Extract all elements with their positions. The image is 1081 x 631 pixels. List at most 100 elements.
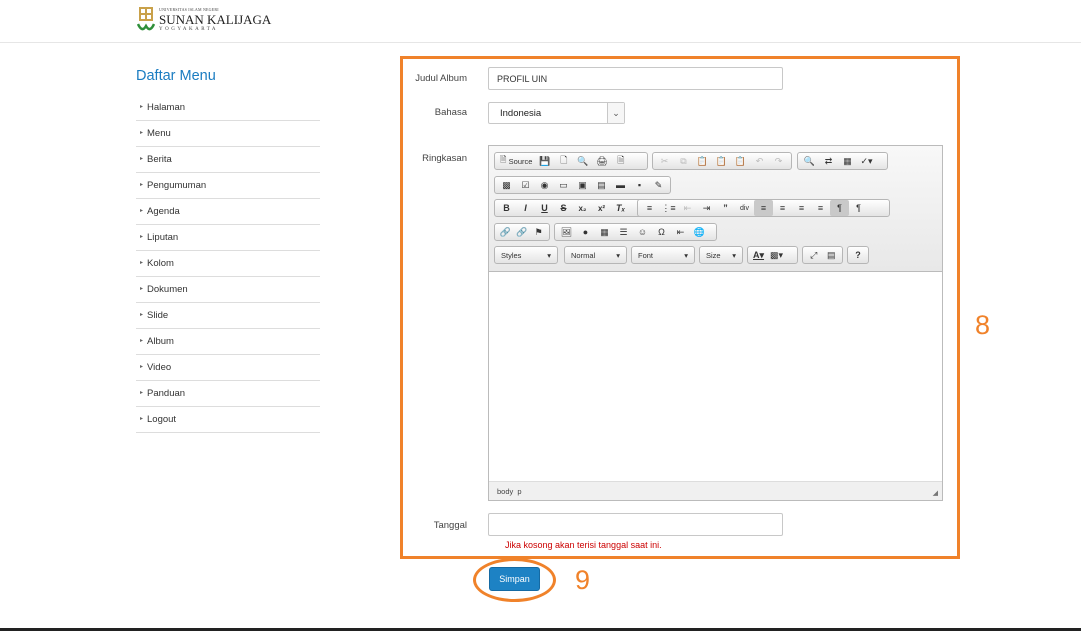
sidebar-item-berita[interactable]: ▸ Berita xyxy=(136,147,320,173)
caret-down-icon: ▾ xyxy=(684,250,688,260)
sidebar-item-kolom[interactable]: ▸ Kolom xyxy=(136,251,320,277)
sidebar-item-label: Agenda xyxy=(147,206,180,217)
caret-right-icon: ▸ xyxy=(140,390,144,396)
textfield-icon[interactable]: ▭ xyxy=(554,177,573,193)
templates-icon[interactable]: 🗎 xyxy=(611,153,630,169)
font-combo[interactable]: Font ▾ xyxy=(631,246,695,264)
editor-content-area[interactable] xyxy=(489,272,942,482)
superscript-icon[interactable]: x² xyxy=(592,200,611,216)
sidebar-item-video[interactable]: ▸ Video xyxy=(136,355,320,381)
resize-handle-icon[interactable]: ◢ xyxy=(933,489,938,497)
cut-icon[interactable]: ✂ xyxy=(655,153,674,169)
toolbar-group-tools: ⤢ ▤ xyxy=(802,246,843,264)
source-button[interactable]: 🗎 Source xyxy=(497,153,535,169)
hidden-field-icon[interactable]: ✎ xyxy=(649,177,668,193)
underline-icon[interactable]: U xyxy=(535,200,554,216)
flash-icon[interactable]: ● xyxy=(576,224,595,240)
tanggal-label: Tanggal xyxy=(433,520,467,531)
align-right-icon[interactable]: ≡ xyxy=(792,200,811,216)
undo-icon[interactable]: ↶ xyxy=(750,153,769,169)
link-icon[interactable]: 🔗 xyxy=(497,224,514,240)
tanggal-input[interactable] xyxy=(488,513,783,536)
select-field-icon[interactable]: ▤ xyxy=(592,177,611,193)
numbered-list-icon[interactable]: ≡ xyxy=(640,200,659,216)
paste-word-icon[interactable]: 📋 xyxy=(731,153,750,169)
sidebar-item-menu[interactable]: ▸ Menu xyxy=(136,121,320,147)
chevron-down-icon[interactable]: ⌄ xyxy=(607,103,624,123)
sidebar-item-album[interactable]: ▸ Album xyxy=(136,329,320,355)
create-div-icon[interactable]: div xyxy=(735,200,754,216)
maximize-icon[interactable]: ⤢ xyxy=(805,247,823,263)
anchor-icon[interactable]: ⚑ xyxy=(530,224,547,240)
sidebar-item-liputan[interactable]: ▸ Liputan xyxy=(136,225,320,251)
replace-icon[interactable]: ⇄ xyxy=(819,153,838,169)
background-color-icon[interactable]: ▩▾ xyxy=(767,247,786,263)
iframe-icon[interactable]: 🌐 xyxy=(690,224,709,240)
toolbar-group-colors: A▾ ▩▾ xyxy=(747,246,798,264)
sidebar-item-dokumen[interactable]: ▸ Dokumen xyxy=(136,277,320,303)
image-button-icon[interactable]: ▪ xyxy=(630,177,649,193)
remove-format-icon[interactable]: Tₓ xyxy=(611,200,630,216)
unlink-icon[interactable]: 🔗 xyxy=(514,224,531,240)
sidebar-item-logout[interactable]: ▸ Logout xyxy=(136,407,320,433)
format-combo[interactable]: Normal ▾ xyxy=(564,246,627,264)
about-button[interactable]: ? xyxy=(847,246,869,264)
element-path[interactable]: body p xyxy=(497,487,522,496)
styles-combo[interactable]: Styles ▾ xyxy=(494,246,558,264)
justify-icon[interactable]: ≡ xyxy=(811,200,830,216)
align-center-icon[interactable]: ≡ xyxy=(773,200,792,216)
horizontal-rule-icon[interactable]: ☰ xyxy=(614,224,633,240)
page-break-icon[interactable]: ⇤ xyxy=(671,224,690,240)
align-left-icon[interactable]: ≡ xyxy=(754,200,773,216)
table-icon[interactable]: ▦ xyxy=(595,224,614,240)
smiley-icon[interactable]: ☺ xyxy=(633,224,652,240)
preview-icon[interactable]: 🔍 xyxy=(573,153,592,169)
copy-icon[interactable]: ⧉ xyxy=(674,153,693,169)
sidebar-item-label: Halaman xyxy=(147,102,186,113)
sidebar-item-pengumuman[interactable]: ▸ Pengumuman xyxy=(136,173,320,199)
bulleted-list-icon[interactable]: ⋮≡ xyxy=(659,200,678,216)
sidebar-item-slide[interactable]: ▸ Slide xyxy=(136,303,320,329)
strike-icon[interactable]: S xyxy=(554,200,573,216)
university-logo[interactable]: UNIVERSITAS ISLAM NEGERI SUNAN KALIJAGA … xyxy=(137,6,271,33)
font-label: Font xyxy=(638,250,654,260)
source-icon: 🗎 xyxy=(500,155,509,164)
bahasa-select[interactable]: Indonesia ⌄ xyxy=(488,102,625,124)
indent-icon[interactable]: ⇥ xyxy=(697,200,716,216)
text-direction-rtl-icon[interactable]: ¶ xyxy=(849,200,868,216)
new-page-icon[interactable]: 🗋 xyxy=(554,153,573,169)
spellcheck-icon[interactable]: ✓▾ xyxy=(857,153,876,169)
special-char-icon[interactable]: Ω xyxy=(652,224,671,240)
source-label: Source xyxy=(508,156,533,166)
subscript-icon[interactable]: x₂ xyxy=(573,200,592,216)
editor-toolbar: 🗎 Source 💾 🗋 🔍 🖨 🗎 ✂ ⧉ 📋 📋 📋 ↶ ↷ 🔍 ⇄ ▦ ✓… xyxy=(489,146,942,272)
judul-album-input[interactable]: PROFIL UIN xyxy=(488,67,783,90)
size-combo[interactable]: Size ▾ xyxy=(699,246,743,264)
show-blocks-icon[interactable]: ▤ xyxy=(823,247,841,263)
redo-icon[interactable]: ↷ xyxy=(769,153,788,169)
form-icon[interactable]: ▩ xyxy=(497,177,516,193)
outdent-icon[interactable]: ⇤ xyxy=(678,200,697,216)
select-all-icon[interactable]: ▦ xyxy=(838,153,857,169)
print-icon[interactable]: 🖨 xyxy=(592,153,611,169)
paste-icon[interactable]: 📋 xyxy=(693,153,712,169)
logo-line-2: SUNAN KALIJAGA xyxy=(159,11,272,27)
paste-text-icon[interactable]: 📋 xyxy=(712,153,731,169)
text-direction-ltr-icon[interactable]: ¶ xyxy=(830,200,849,216)
bold-icon[interactable]: B xyxy=(497,200,516,216)
image-icon[interactable]: 🖼 xyxy=(557,224,576,240)
textarea-icon[interactable]: ▣ xyxy=(573,177,592,193)
toolbar-group-insert: 🖼 ● ▦ ☰ ☺ Ω ⇤ 🌐 xyxy=(554,223,717,241)
button-field-icon[interactable]: ▬ xyxy=(611,177,630,193)
sidebar-item-halaman[interactable]: ▸ Halaman xyxy=(136,95,320,121)
italic-icon[interactable]: I xyxy=(516,200,535,216)
save-icon[interactable]: 💾 xyxy=(535,153,554,169)
text-color-icon[interactable]: A▾ xyxy=(750,247,767,263)
blockquote-icon[interactable]: ” xyxy=(716,200,735,216)
checkbox-icon[interactable]: ☑ xyxy=(516,177,535,193)
find-icon[interactable]: 🔍 xyxy=(800,153,819,169)
sidebar-item-agenda[interactable]: ▸ Agenda xyxy=(136,199,320,225)
tanggal-hint: Jika kosong akan terisi tanggal saat ini… xyxy=(505,540,662,550)
sidebar-item-panduan[interactable]: ▸ Panduan xyxy=(136,381,320,407)
radio-icon[interactable]: ◉ xyxy=(535,177,554,193)
